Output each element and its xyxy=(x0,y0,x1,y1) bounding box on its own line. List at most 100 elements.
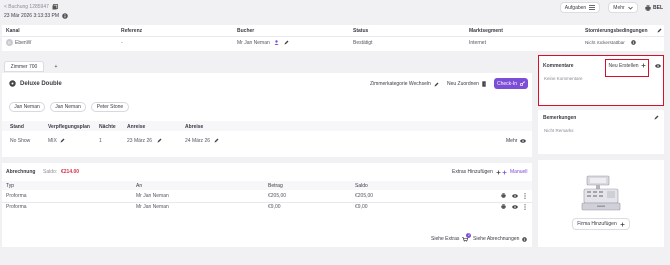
col-header-channel: Kanal xyxy=(6,28,20,34)
remarks-card: Bemerkungen Nicht Remarks xyxy=(538,110,664,154)
see-extras-button[interactable]: Siehe Extras 2 xyxy=(431,232,472,242)
eye-icon[interactable] xyxy=(655,64,661,68)
copy-icon[interactable] xyxy=(52,4,58,10)
eye-icon[interactable] xyxy=(512,194,518,198)
remarks-title: Bemerkungen xyxy=(543,115,577,121)
billing-amount: €205,00 xyxy=(268,193,287,199)
more-dropdown[interactable]: Mehr xyxy=(608,2,638,13)
room-tab-active[interactable]: Zimmer 700 xyxy=(4,61,44,72)
booking-info-card: Kanal Referenz Bucher Status Marktsegmen… xyxy=(2,25,664,51)
billing-balance: €9,00 xyxy=(355,204,368,210)
col-header-booker: Bucher xyxy=(237,28,255,34)
col-header-status: Status xyxy=(353,28,369,34)
info-icon[interactable] xyxy=(631,40,636,45)
comments-card: Kommentare Neu Erstellen Keine Kommentar… xyxy=(538,55,664,106)
guest-name: Jan Neman xyxy=(55,104,81,110)
col-header-nights: Nächte xyxy=(99,124,116,130)
user-link-icon[interactable] xyxy=(274,40,279,45)
kebab-menu-icon[interactable] xyxy=(524,193,526,199)
col-header-departure: Abreise xyxy=(185,124,204,130)
room-icon xyxy=(9,80,16,87)
edit-plan-icon[interactable] xyxy=(60,138,65,143)
edit-arrival-icon[interactable] xyxy=(157,138,162,143)
new-comment-button[interactable]: Neu Erstellen xyxy=(605,59,649,77)
room-name: Deluxe Double xyxy=(20,81,62,87)
print-icon[interactable] xyxy=(501,193,506,198)
edit-icon xyxy=(434,82,439,87)
eye-icon[interactable] xyxy=(512,205,518,209)
back-link-label: < Buchung 1285947 xyxy=(4,4,49,10)
add-company-label: Firma Hinzufügen xyxy=(577,221,617,227)
status-value: Bestätigt xyxy=(353,40,373,46)
change-category-label: Zimmerkategorie Wechseln xyxy=(370,81,431,87)
billing-title: Abrechnung xyxy=(6,169,36,175)
channel-avatar: E xyxy=(6,39,13,46)
divider xyxy=(2,36,664,37)
change-category-button[interactable]: Zimmerkategorie Wechseln xyxy=(370,81,439,87)
billing-to: Mr Jan Neman xyxy=(136,204,169,210)
tasks-button[interactable]: Aufgaben xyxy=(560,2,600,13)
edit-departure-icon[interactable] xyxy=(214,138,219,143)
plan-value: MIX xyxy=(48,138,57,144)
billing-type: Proforma xyxy=(6,193,27,199)
guest-chip[interactable]: Jan Neman xyxy=(9,102,45,112)
edit-remarks-icon[interactable] xyxy=(654,115,659,120)
col-header-arrival: Anreise xyxy=(127,124,146,130)
manual-label: Manuell xyxy=(510,169,528,175)
arrival-value: 23 März 26 xyxy=(127,138,153,144)
plus-icon xyxy=(641,63,646,68)
add-extras-button[interactable]: Extras Hinzufügen xyxy=(452,169,501,175)
channel-avatar-letter: E xyxy=(8,40,11,45)
balance-value: €214.00 xyxy=(61,169,80,175)
kebab-menu-icon[interactable] xyxy=(524,204,526,210)
balance-label: Saldo: xyxy=(43,169,58,175)
add-extras-label: Extras Hinzufügen xyxy=(452,169,493,175)
col-header-plan: Verpflegungsplan xyxy=(48,124,90,130)
add-room-label: + xyxy=(54,63,58,70)
billing-type: Proforma xyxy=(6,204,27,210)
col-header-amount: Betrag xyxy=(268,183,283,189)
billing-to: Mr Jan Neman xyxy=(136,193,169,199)
tasks-label: Aufgaben xyxy=(564,4,587,11)
col-header-to: An xyxy=(136,183,143,189)
cash-register-illustration xyxy=(581,174,621,212)
col-header-type: Typ xyxy=(6,183,15,189)
billing-balance: €205,00 xyxy=(355,193,374,199)
guest-name: Peter Stone xyxy=(96,104,124,110)
remarks-empty: Nicht Remarks xyxy=(544,128,574,133)
stay-more-button[interactable]: Mehr xyxy=(506,138,527,144)
language-code: BEL xyxy=(653,5,663,11)
see-billings-button[interactable]: Siehe Abrechnungen xyxy=(473,236,528,242)
add-room-tab[interactable]: + xyxy=(48,61,64,72)
reference-value: - xyxy=(121,40,123,46)
edit-cancellation-icon[interactable] xyxy=(657,28,662,33)
col-header-stand: Stand xyxy=(10,124,24,130)
col-header-reference: Referenz xyxy=(121,28,143,34)
col-header-cancellation: Stornierungsbedingungen xyxy=(585,28,648,34)
see-extras-label: Siehe Extras xyxy=(431,236,460,242)
info-icon[interactable] xyxy=(62,13,68,19)
edit-booker-icon[interactable] xyxy=(284,40,289,45)
print-language[interactable]: BEL xyxy=(645,5,663,11)
channel-value: EbenW xyxy=(15,40,32,46)
reassign-button[interactable]: Neu Zuordnen xyxy=(447,81,486,87)
cart-icon: 2 xyxy=(462,232,472,242)
billing-row[interactable]: Proforma Mr Jan Neman €205,00 €205,00 xyxy=(2,191,532,202)
list-icon xyxy=(589,5,596,10)
checkin-button[interactable]: Check-In xyxy=(494,78,528,89)
guest-chip[interactable]: Peter Stone xyxy=(91,102,129,112)
guest-chip[interactable]: Jan Neman xyxy=(50,102,86,112)
departure-value: 24 März 26 xyxy=(185,138,211,144)
checkin-label: Check-In xyxy=(496,80,517,87)
print-icon[interactable] xyxy=(501,204,506,209)
add-company-button[interactable]: Firma Hinzufügen xyxy=(572,218,630,230)
eye-icon xyxy=(520,139,527,143)
info-icon xyxy=(522,236,528,242)
segment-value: Internet xyxy=(469,40,486,46)
plus-icon xyxy=(620,222,625,227)
manual-button[interactable]: Manuell xyxy=(502,169,528,175)
billing-row[interactable]: Proforma Mr Jan Neman €9,00 €9,00 xyxy=(2,202,532,213)
back-link[interactable]: < Buchung 1285947 xyxy=(4,4,58,10)
printer-icon xyxy=(645,5,651,11)
comments-empty: Keine Kommentare xyxy=(544,76,583,81)
